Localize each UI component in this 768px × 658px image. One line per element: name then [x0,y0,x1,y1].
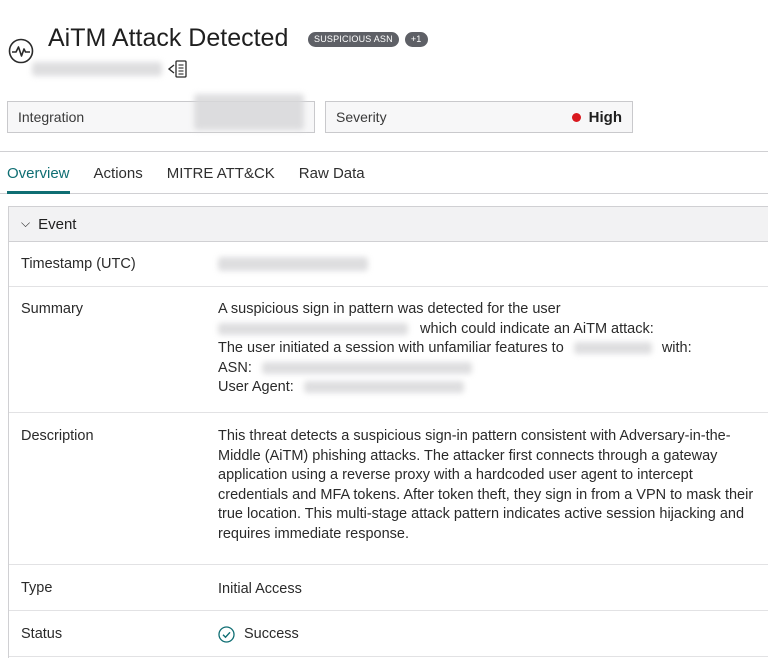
integration-field[interactable]: Integration [7,94,315,133]
redacted-timestamp [218,257,368,271]
severity-field[interactable]: Severity High [325,101,633,133]
type-value: Initial Access [218,581,302,597]
summary-value: A suspicious sign in pattern was detecte… [218,300,766,398]
filter-row: Integration Severity High [7,94,633,133]
summary-row: Summary A suspicious sign in pattern was… [9,287,768,413]
severity-label: Severity [336,109,387,125]
summary-asn-label: ASN: [218,359,252,376]
summary-asn-line: ASN: [218,359,766,379]
event-section-header[interactable]: ⌵ Event [9,207,768,242]
summary-user-agent-label: User Agent: [218,379,294,395]
summary-line-2-text: which could indicate an AiTM attack: [420,320,654,337]
description-value: This threat detects a suspicious sign-in… [218,428,754,542]
integration-label: Integration [18,109,85,125]
copy-to-clipboard-icon[interactable] [166,59,188,79]
redacted-app [573,342,652,355]
summary-label: Summary [21,301,84,317]
check-circle-icon [218,626,235,643]
tab-raw-data[interactable]: Raw Data [299,152,365,193]
redacted-alert-id [32,62,162,76]
redacted-asn [261,361,472,374]
summary-line-1: A suspicious sign in pattern was detecte… [218,301,561,317]
status-row: Status Success [9,611,768,657]
severity-value-text: High [588,108,622,126]
description-label: Description [21,428,94,444]
tag-badges: SUSPICIOUS ASN +1 [308,32,428,47]
activity-pulse-icon [8,38,34,64]
timestamp-value [218,254,766,271]
tag-badge-suspicious-asn[interactable]: SUSPICIOUS ASN [308,32,399,47]
redacted-user-agent [303,381,464,394]
alert-header: AiTM Attack Detected SUSPICIOUS ASN +1 [6,22,766,84]
status-value-text: Success [244,626,299,642]
timestamp-row: Timestamp (UTC) [9,242,768,287]
event-section-title: Event [38,215,77,233]
redacted-user [218,322,408,335]
summary-line-3: The user initiated a session with unfami… [218,339,766,359]
tag-badge-more[interactable]: +1 [404,32,428,47]
alert-id-line [32,58,188,80]
severity-dot-icon [571,112,581,122]
type-label: Type [21,580,53,596]
tab-bar: Overview Actions MITRE ATT&CK Raw Data [0,151,768,194]
tab-mitre-attack[interactable]: MITRE ATT&CK [167,152,275,193]
status-label: Status [21,626,63,642]
summary-line-3-tail: with: [661,340,692,356]
redacted-integration-value [194,94,304,130]
type-row: Type Initial Access [9,565,768,611]
tab-overview[interactable]: Overview [7,152,70,194]
description-row: Description This threat detects a suspic… [9,413,768,565]
status-value: Success [218,625,766,645]
page-title: AiTM Attack Detected [48,24,289,52]
event-panel: ⌵ Event Timestamp (UTC) Summary A suspic… [8,206,768,658]
summary-line-3-text: The user initiated a session with unfami… [218,340,564,356]
tab-actions[interactable]: Actions [94,152,143,193]
timestamp-label: Timestamp (UTC) [21,256,136,272]
summary-user-agent-line: User Agent: [218,378,766,398]
chevron-down-icon[interactable]: ⌵ [21,216,30,231]
severity-value: High [571,108,622,126]
summary-line-2: which could indicate an AiTM attack: [218,320,766,340]
